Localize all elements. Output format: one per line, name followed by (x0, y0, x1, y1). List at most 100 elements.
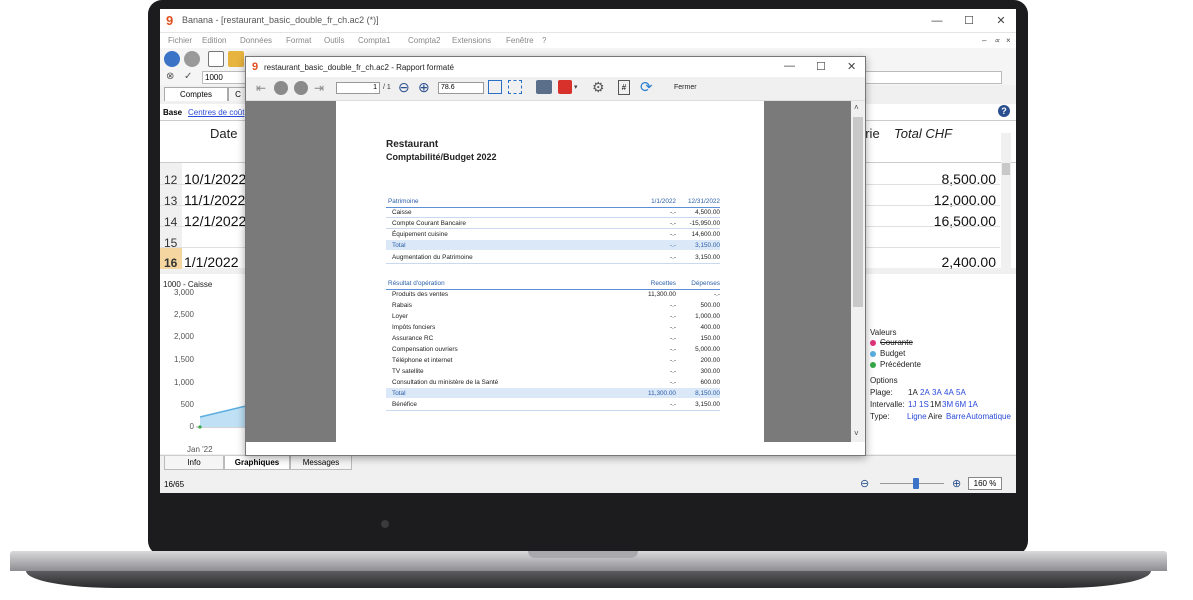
intervalle-1m[interactable]: 1M (930, 400, 941, 409)
plage-2a[interactable]: 2A (920, 388, 930, 397)
menu-extensions[interactable]: Extensions (452, 36, 491, 45)
type-aire[interactable]: Aire (928, 412, 942, 421)
page-input[interactable]: 1 (336, 82, 380, 94)
tab-info[interactable]: Info (164, 456, 224, 470)
col-total-header[interactable]: Total CHF (894, 126, 952, 141)
report-row-v1: -.- (669, 231, 676, 238)
forward-icon[interactable] (184, 51, 200, 67)
menu-compta2[interactable]: Compta2 (408, 36, 440, 45)
row-total[interactable]: 2,400.00 (920, 254, 997, 270)
tab-comptes[interactable]: Comptes (164, 87, 228, 101)
menu-edition[interactable]: Edition (202, 36, 226, 45)
first-page-icon[interactable]: ⇤ (256, 81, 266, 95)
settings-gear-icon[interactable]: ⚙ (592, 79, 605, 96)
menu-fichier[interactable]: Fichier (168, 36, 192, 45)
close-button[interactable]: ✕ (992, 13, 1010, 29)
report-row-v2: 500.00 (700, 302, 720, 309)
report-maximize-button[interactable]: ☐ (816, 60, 826, 73)
laptop-base-bottom (26, 571, 1151, 588)
print-icon[interactable] (536, 80, 552, 94)
fit-width-icon[interactable] (488, 80, 502, 94)
open-folder-icon[interactable] (228, 51, 244, 67)
patrimoine-col2: 12/31/2022 (688, 198, 720, 205)
minimize-button[interactable]: — (928, 13, 946, 29)
menu-donnees[interactable]: Données (240, 36, 272, 45)
y-tick: 2,500 (173, 310, 194, 319)
report-company: Restaurant (386, 139, 439, 150)
previous-page-icon[interactable] (274, 81, 288, 95)
scroll-down-icon[interactable]: ˅ (854, 429, 859, 438)
view-centres-de-cout[interactable]: Centres de coût (188, 108, 244, 117)
type-automatique[interactable]: Automatique (966, 412, 1011, 421)
menu-help[interactable]: ? (542, 36, 546, 45)
intervalle-3m[interactable]: 3M (942, 400, 953, 409)
next-page-icon[interactable] (294, 81, 308, 95)
page-number-icon[interactable]: # (618, 80, 630, 95)
zoom-in-icon[interactable]: ⊕ (952, 477, 961, 490)
fit-page-icon[interactable] (508, 80, 522, 94)
cancel-entry-icon[interactable]: ⊗ (166, 71, 174, 82)
menu-format[interactable]: Format (286, 36, 311, 45)
intervalle-6m[interactable]: 6M (955, 400, 966, 409)
y-tick: 0 (189, 422, 194, 431)
scroll-up-icon[interactable]: ˄ (854, 103, 859, 112)
mdi-minimize-icon[interactable]: – (982, 36, 986, 45)
pdf-export-icon[interactable] (558, 80, 572, 94)
type-barre[interactable]: Barre (946, 412, 966, 421)
plage-5a[interactable]: 5A (956, 388, 966, 397)
y-tick: 500 (180, 400, 194, 409)
tab-messages[interactable]: Messages (290, 456, 352, 470)
intervalle-1j[interactable]: 1J (908, 400, 916, 409)
zoom-select[interactable]: 78.6 (438, 82, 484, 94)
mdi-restore-icon[interactable]: ∝ (994, 36, 1000, 45)
zoom-in-icon[interactable]: ⊕ (418, 79, 430, 96)
zoom-slider-track[interactable] (880, 483, 944, 484)
fermer-button[interactable]: Fermer (674, 84, 697, 91)
menu-compta1[interactable]: Compta1 (358, 36, 390, 45)
report-subtitle: Comptabilité/Budget 2022 (386, 152, 497, 162)
view-base[interactable]: Base (163, 108, 182, 117)
report-page: Restaurant Comptabilité/Budget 2022 Patr… (336, 101, 764, 442)
intervalle-1s[interactable]: 1S (919, 400, 929, 409)
report-title: restaurant_basic_double_fr_ch.ac2 - Rapp… (264, 63, 454, 72)
zoom-out-icon[interactable]: ⊖ (860, 477, 869, 490)
report-row-label: Consultation du ministère de la Santé (392, 379, 499, 386)
confirm-entry-icon[interactable]: ✓ (184, 71, 192, 82)
report-scrollbar-thumb[interactable] (853, 117, 863, 307)
refresh-icon[interactable]: ⟳ (640, 78, 653, 96)
help-icon[interactable]: ? (998, 105, 1010, 117)
report-row-v2: 300.00 (700, 368, 720, 375)
legend-label: Courante (880, 338, 913, 347)
resultat-total-v2: 8,150.00 (695, 390, 720, 397)
last-page-icon[interactable]: ⇥ (314, 81, 324, 95)
tab-graphiques[interactable]: Graphiques (224, 456, 290, 470)
y-tick: 2,000 (173, 332, 194, 341)
col-date-header[interactable]: Date (210, 126, 237, 141)
report-scrollbar[interactable]: ˄ ˅ (851, 101, 865, 442)
mdi-close-icon[interactable]: × (1006, 36, 1011, 45)
menu-outils[interactable]: Outils (324, 36, 344, 45)
new-file-icon[interactable] (208, 51, 224, 67)
grid-scrollbar-thumb[interactable] (1002, 163, 1010, 175)
back-icon[interactable] (164, 51, 180, 67)
maximize-button[interactable]: ☐ (960, 13, 978, 29)
report-row-v1: -.- (669, 209, 676, 216)
zoom-level[interactable]: 160 % (968, 477, 1002, 490)
export-dropdown-icon[interactable]: ▾ (574, 83, 578, 91)
row-date[interactable]: 1/1/2022 (184, 254, 239, 270)
report-row-label: Impôts fonciers (392, 324, 436, 331)
plage-3a[interactable]: 3A (932, 388, 942, 397)
report-close-button[interactable]: ✕ (847, 60, 856, 73)
zoom-slider-thumb[interactable] (913, 478, 919, 489)
report-row-v2: 600.00 (700, 379, 720, 386)
plage-1a[interactable]: 1A (908, 388, 918, 397)
type-ligne[interactable]: Ligne (907, 412, 927, 421)
zoom-out-icon[interactable]: ⊖ (398, 79, 410, 96)
plage-4a[interactable]: 4A (944, 388, 954, 397)
report-row-label: TV satellite (392, 368, 424, 375)
report-minimize-button[interactable]: — (784, 60, 795, 72)
grid-scrollbar[interactable] (1001, 133, 1011, 269)
intervalle-1a[interactable]: 1A (968, 400, 978, 409)
legend-title: Valeurs (870, 328, 897, 337)
menu-fenetre[interactable]: Fenêtre (506, 36, 534, 45)
